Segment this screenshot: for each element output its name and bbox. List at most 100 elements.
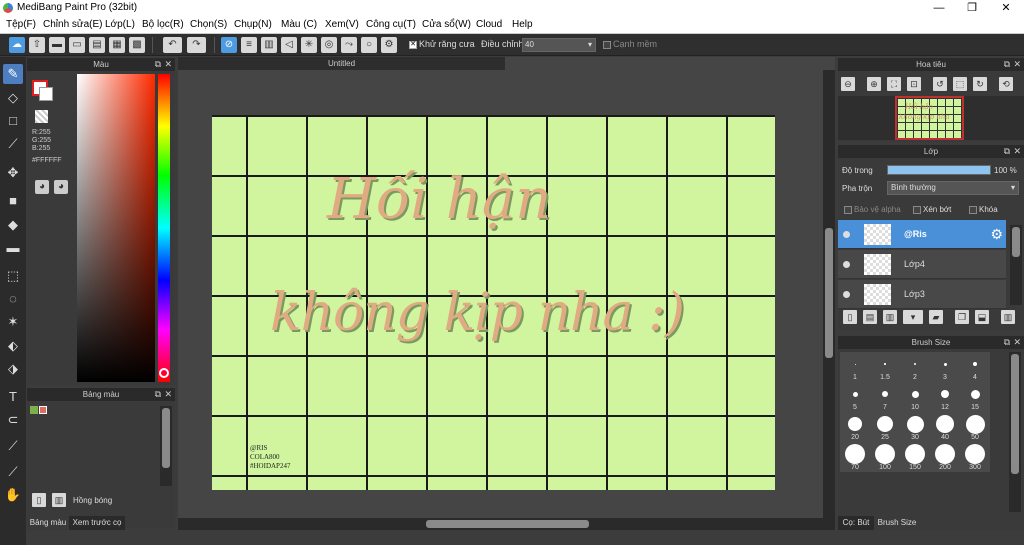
close-panel-icon[interactable]: ✕ [1013, 145, 1021, 158]
cloud-icon[interactable]: ☁ [9, 37, 25, 53]
shape-tool-icon[interactable]: □ [3, 111, 23, 131]
chat-icon[interactable]: ▭ [69, 37, 85, 53]
brush-size-cell[interactable]: 25 [870, 412, 900, 442]
horizontal-scrollbar[interactable] [178, 518, 835, 530]
brush-size-cell[interactable]: 200 [930, 442, 960, 472]
menu-help[interactable]: Help [512, 19, 533, 30]
tab-palette[interactable]: Bảng màu [27, 516, 69, 530]
curve-snap-icon[interactable]: ⤳ [341, 37, 357, 53]
close-panel-icon[interactable]: ✕ [164, 58, 172, 71]
clipping-checkbox[interactable] [913, 205, 921, 214]
menu-file[interactable]: Tệp(F) [6, 19, 36, 30]
antialias-checkbox[interactable]: ✕ [409, 40, 417, 49]
radial-snap-icon[interactable]: ✳ [301, 37, 317, 53]
grid-icon[interactable]: ▩ [129, 37, 145, 53]
lock-toggle[interactable]: Khóa [969, 205, 998, 214]
undock-icon[interactable]: ⧉ [1004, 336, 1010, 349]
vertical-scroll-thumb[interactable] [825, 228, 833, 358]
balloon-tool-icon[interactable]: ⊂ [3, 410, 23, 430]
select-pen-icon[interactable]: ⬖ [3, 336, 23, 356]
zoom-out-icon[interactable]: ⊖ [841, 77, 855, 91]
close-panel-icon[interactable]: ✕ [164, 388, 172, 401]
new-layer-icon[interactable]: ▯ [843, 310, 857, 324]
page-manage-icon[interactable]: ▦ [109, 37, 125, 53]
visibility-eye-icon[interactable] [843, 231, 850, 238]
menu-color[interactable]: Màu (C) [281, 19, 317, 30]
select-eraser-icon[interactable]: ⬗ [3, 359, 23, 379]
folder-icon[interactable]: ▰ [929, 310, 943, 324]
navigator-preview[interactable]: Hối hận không kịp nha [838, 96, 1024, 140]
saturation-value-picker[interactable] [77, 74, 155, 382]
share-icon[interactable]: ⇧ [29, 37, 45, 53]
ellipse-snap-icon[interactable]: ○ [361, 37, 377, 53]
menu-filter[interactable]: Bộ lọc(R) [142, 19, 184, 30]
brush-size-cell[interactable]: 70 [840, 442, 870, 472]
brush-size-cell[interactable]: 30 [900, 412, 930, 442]
opacity-slider[interactable] [887, 165, 991, 175]
redo-icon[interactable]: ↷ [187, 37, 206, 53]
menu-capture[interactable]: Chụp(N) [234, 19, 272, 30]
undo-icon[interactable]: ↶ [163, 37, 182, 53]
zoom-in-icon[interactable]: ⊕ [867, 77, 881, 91]
brush-size-cell[interactable]: 1 [840, 352, 870, 382]
text-tool-icon[interactable]: T [3, 387, 23, 407]
eraser-tool-icon[interactable]: ◇ [3, 88, 23, 108]
add-layer-menu-icon[interactable]: ▾ [903, 310, 923, 324]
brush-size-cell[interactable]: 4 [960, 352, 990, 382]
layer-settings-gear-icon[interactable]: ⚙ [990, 226, 1003, 243]
vanishing-snap-icon[interactable]: ◁ [281, 37, 297, 53]
document-tab[interactable]: Untitled [178, 57, 505, 70]
rotate-right-icon[interactable]: ↻ [973, 77, 987, 91]
new-halftone-layer-icon[interactable]: ▤ [863, 310, 877, 324]
menu-tools[interactable]: Công cụ(T) [366, 19, 416, 30]
layer-row[interactable]: @Ris ⚙ [838, 220, 1006, 249]
palette-scrollbar[interactable] [160, 406, 172, 486]
cross-snap-icon[interactable]: ▥ [261, 37, 277, 53]
undock-icon[interactable]: ⧉ [155, 58, 161, 71]
layer-row[interactable]: Lớp3 [838, 280, 1006, 309]
transparent-swatch[interactable] [35, 110, 48, 123]
brush-size-cell[interactable]: 3 [930, 352, 960, 382]
undock-icon[interactable]: ⧉ [1004, 145, 1010, 158]
adjust-dropdown[interactable]: 40 ▾ [522, 38, 596, 52]
antialias-toggle[interactable]: ✕ Khử răng cưa [409, 39, 475, 49]
vertical-scrollbar[interactable] [823, 70, 835, 518]
soft-edge-checkbox[interactable] [603, 40, 611, 49]
gradient-tool-icon[interactable]: ▬ [3, 238, 23, 258]
menu-layer[interactable]: Lớp(L) [105, 19, 135, 30]
brush-size-cell[interactable]: 1.5 [870, 352, 900, 382]
layer-row[interactable]: Lớp4 [838, 250, 1006, 279]
rotate-left-icon[interactable]: ↺ [933, 77, 947, 91]
tab-brush-size[interactable]: Brush Size [874, 516, 920, 530]
menu-select[interactable]: Chọn(S) [190, 19, 227, 30]
protect-alpha-checkbox[interactable] [844, 205, 852, 214]
lock-checkbox[interactable] [969, 205, 977, 214]
move-tool-icon[interactable]: ✥ [3, 163, 23, 183]
fill-rect-tool-icon[interactable]: ■ [3, 191, 23, 211]
select-rect-icon[interactable]: ⬚ [3, 266, 23, 286]
actual-size-icon[interactable]: ⊡ [907, 77, 921, 91]
background-swatch[interactable] [39, 87, 53, 101]
new-palette-icon[interactable]: ▯ [32, 493, 46, 507]
brush-size-cell[interactable]: 20 [840, 412, 870, 442]
menu-window[interactable]: Cửa sổ(W) [422, 19, 471, 30]
undock-icon[interactable]: ⧉ [1004, 58, 1010, 71]
blend-mode-dropdown[interactable]: Bình thường ▾ [887, 181, 1019, 195]
brush-size-cell[interactable]: 40 [930, 412, 960, 442]
brush-size-cell[interactable]: 12 [930, 382, 960, 412]
parallel-snap-icon[interactable]: ≡ [241, 37, 257, 53]
brush-size-cell[interactable]: 2 [900, 352, 930, 382]
palette-swatch[interactable] [39, 406, 47, 414]
magic-wand-icon[interactable]: ✶ [3, 312, 23, 332]
pen-tool-icon[interactable]: ✎ [3, 64, 23, 84]
drawing-canvas[interactable]: Hối hận không kịp nha :) @RIS COLA800 #H… [212, 115, 775, 490]
lasso-icon[interactable]: ◌ [3, 289, 23, 309]
brush-size-cell[interactable]: 300 [960, 442, 990, 472]
close-button[interactable]: ✕ [989, 0, 1023, 16]
brush-size-cell[interactable]: 15 [960, 382, 990, 412]
reset-rotation-icon[interactable]: ⟲ [999, 77, 1013, 91]
hue-slider[interactable] [158, 74, 170, 382]
line-tool-icon[interactable]: ⟋ [3, 134, 23, 154]
delete-palette-icon[interactable]: ▥ [52, 493, 66, 507]
visibility-eye-icon[interactable] [843, 291, 850, 298]
